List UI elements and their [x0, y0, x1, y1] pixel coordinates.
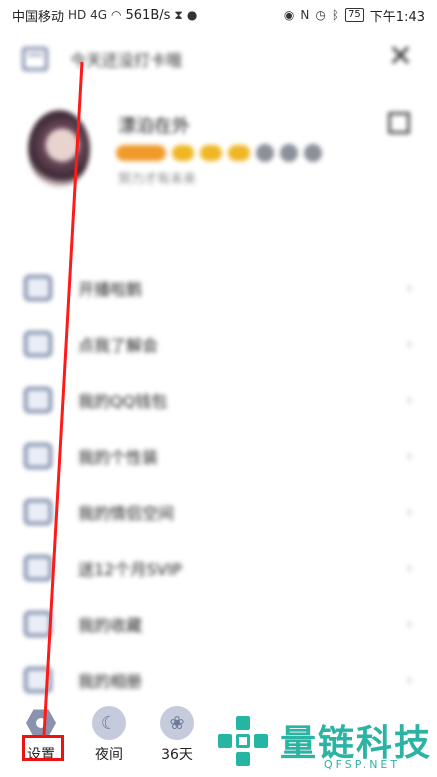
close-icon[interactable]: ✕ [388, 42, 413, 72]
menu-item-live[interactable]: 开播啦鹅 › [0, 260, 437, 316]
wallet-icon [24, 387, 52, 413]
chevron-right-icon: › [405, 669, 413, 691]
eye-icon: ◉ [283, 8, 295, 22]
gift-icon [24, 555, 52, 581]
signature[interactable]: 努力才有未来 [118, 168, 196, 187]
medal-icon [280, 144, 298, 162]
sun-icon [172, 145, 194, 161]
carrier-label: 中国移动 [12, 9, 65, 25]
chevron-right-icon: › [405, 613, 413, 635]
menu-item-label: 点我了解会 [78, 336, 159, 355]
weather-button[interactable]: ❀ 36天 [152, 706, 202, 764]
night-mode-label: 夜间 [95, 747, 123, 763]
avatar[interactable] [28, 110, 90, 188]
menu-item-personalize[interactable]: 我的个性装 › [0, 428, 437, 484]
hourglass-icon: ⧗ [174, 7, 183, 22]
couple-icon [24, 499, 52, 525]
profile-card[interactable]: 漂泊在外 努力才有未来 [28, 110, 428, 220]
alarm-icon: ◷ [315, 8, 326, 22]
medal-icon [304, 144, 322, 162]
bookmark-icon [24, 611, 52, 637]
chevron-right-icon: › [405, 501, 413, 523]
watermark-logo-icon [218, 716, 272, 768]
weather-icon: ❀ [160, 706, 194, 740]
menu-item-svip[interactable]: 送12个月SVIP › [0, 540, 437, 596]
weather-label: 36天 [161, 747, 193, 763]
menu-item-label: 我的情侣空间 [78, 504, 175, 523]
level-badges [116, 144, 322, 162]
medal-icon [256, 144, 274, 162]
album-icon [24, 667, 52, 693]
calendar-icon [22, 47, 48, 71]
watermark: 量链科技 QFSP.NET [214, 712, 436, 774]
wifi-icon: ◠ [111, 8, 122, 22]
status-bar: 中国移动 HD 4G ◠ 561B/s ⧗ ● ◉ N ◷ ᛒ 75 下午1:4… [0, 0, 437, 30]
nfc-icon: N [300, 8, 310, 22]
shirt-icon [24, 443, 52, 469]
drawer-menu: 开播啦鹅 › 点我了解会 › 我的QQ钱包 › 我的个性装 › 我的情侣空间 ›… [0, 260, 437, 708]
chevron-right-icon: › [405, 389, 413, 411]
live-icon [24, 275, 52, 301]
menu-item-label: 我的收藏 [78, 616, 143, 635]
drawer-content: 今天还没打卡哦 ✕ 漂泊在外 努力才有未来 开播啦鹅 › 点我了解会 › 我的Q… [0, 30, 437, 700]
vip-crown-icon [24, 331, 52, 357]
checkin-text: 今天还没打卡哦 [70, 51, 183, 70]
menu-item-label: 我的QQ钱包 [78, 392, 168, 411]
network-speed: 561B/s [125, 7, 171, 23]
crown-icon [200, 145, 222, 161]
menu-item-vip[interactable]: 点我了解会 › [0, 316, 437, 372]
menu-item-label: 送12个月SVIP [78, 560, 182, 579]
signal-icon: HD 4G [68, 8, 108, 22]
highlight-box [22, 735, 64, 761]
chevron-right-icon: › [405, 445, 413, 467]
menu-item-label: 我的相册 [78, 672, 143, 691]
bluetooth-icon: ᛒ [331, 8, 340, 22]
battery-indicator: 75 [345, 8, 364, 22]
chevron-right-icon: › [405, 277, 413, 299]
menu-item-label: 我的个性装 [78, 448, 159, 467]
night-mode-button[interactable]: ☾ 夜间 [84, 706, 134, 764]
menu-item-favorites[interactable]: 我的收藏 › [0, 596, 437, 652]
menu-item-couple-space[interactable]: 我的情侣空间 › [0, 484, 437, 540]
moon-icon: ☾ [92, 706, 126, 740]
level-badge [116, 145, 166, 161]
crown-icon [228, 145, 250, 161]
message-icon: ● [186, 8, 198, 22]
qr-code-icon[interactable] [388, 112, 410, 134]
chevron-right-icon: › [405, 557, 413, 579]
nickname: 漂泊在外 [118, 116, 190, 137]
menu-item-label: 开播啦鹅 [78, 280, 143, 299]
clock: 下午1:43 [369, 9, 425, 25]
menu-item-wallet[interactable]: 我的QQ钱包 › [0, 372, 437, 428]
checkin-row[interactable]: 今天还没打卡哦 [22, 44, 182, 74]
chevron-right-icon: › [405, 333, 413, 355]
watermark-subtitle: QFSP.NET [324, 758, 401, 771]
